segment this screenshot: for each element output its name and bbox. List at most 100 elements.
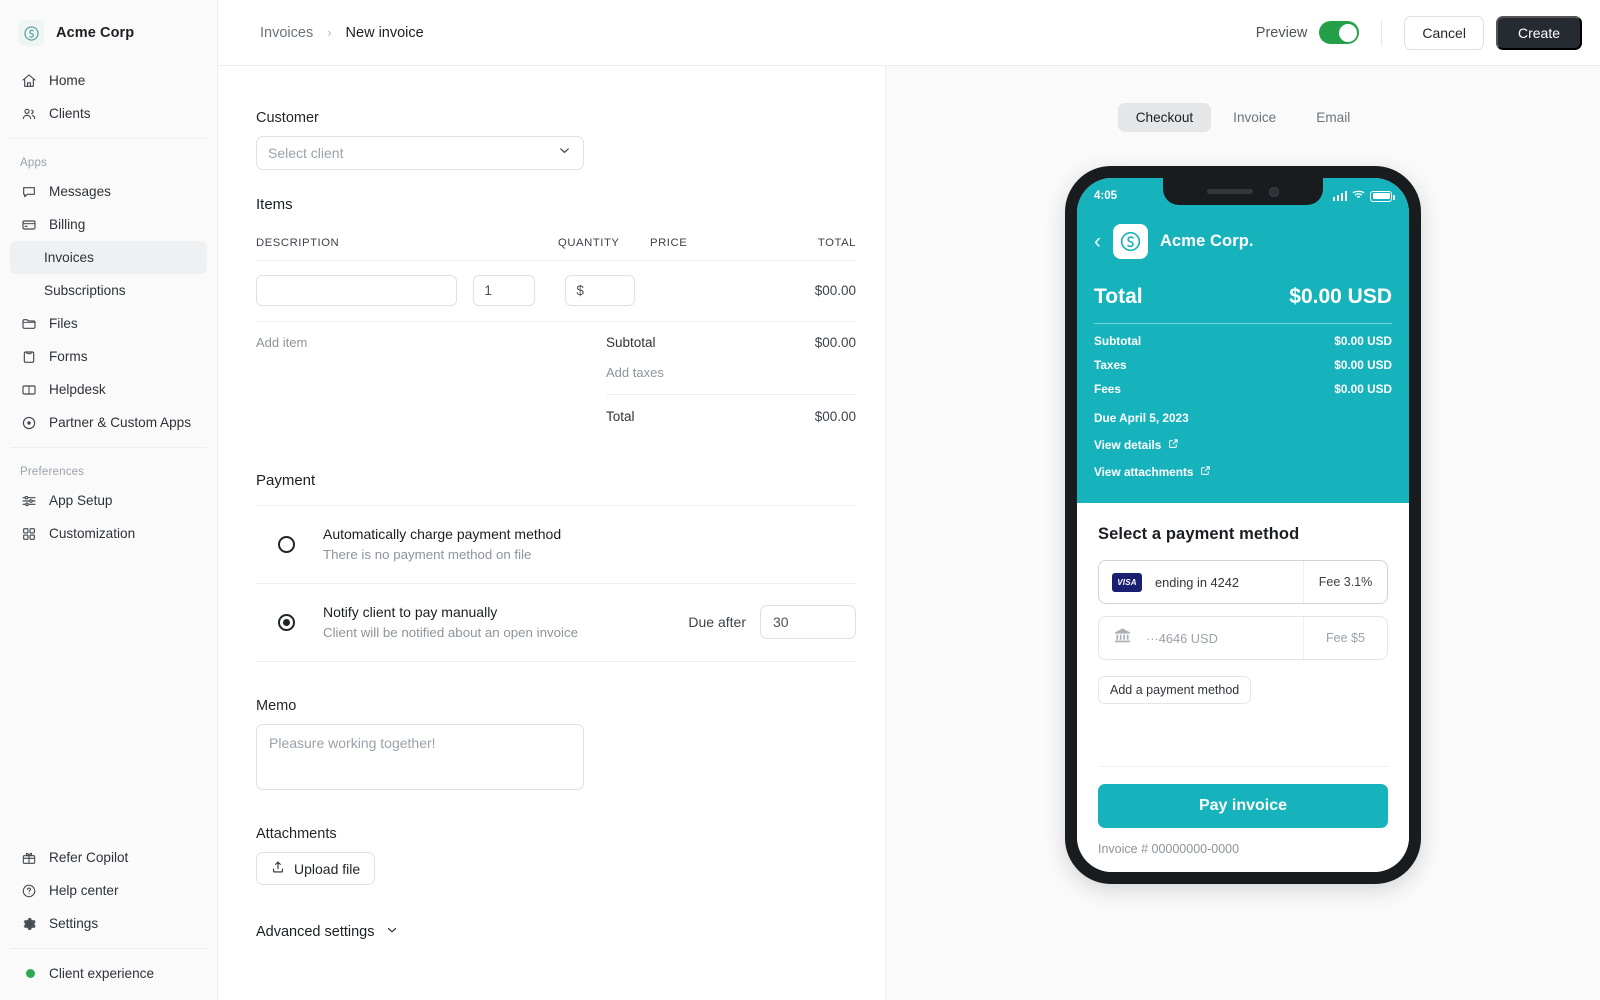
payment-method-visa[interactable]: VISA ending in 4242 Fee 3.1% xyxy=(1098,560,1388,604)
payment-title: Payment xyxy=(256,472,856,506)
sidebar-item-files[interactable]: Files xyxy=(10,307,207,340)
checkout-header: 4:05 ‹ Acme Corp. Total $0.00 USD Subtot… xyxy=(1077,178,1409,503)
nav-preferences: Preferences App Setup Customization xyxy=(0,456,217,550)
battery-icon xyxy=(1370,190,1395,202)
checkout-brand-name: Acme Corp. xyxy=(1160,232,1254,250)
divider xyxy=(1381,19,1383,46)
preview-panel: Checkout Invoice Email 4:05 ‹ Acme Corp.… xyxy=(886,66,1600,1000)
payment-method-visa-label: ending in 4242 xyxy=(1155,574,1239,590)
chevron-right-icon: › xyxy=(327,25,332,40)
invoice-form: Customer Select client Items DESCRIPTION… xyxy=(218,66,886,1000)
section-label-apps: Apps xyxy=(20,157,48,169)
add-item-button[interactable]: Add item xyxy=(256,335,606,426)
summary-value: $0.00 USD xyxy=(1334,358,1392,372)
advanced-settings-toggle[interactable]: Advanced settings xyxy=(256,923,399,941)
sidebar-footer: Refer Copilot Help center Settings Clien… xyxy=(0,841,217,1000)
sidebar-item-clients[interactable]: Clients xyxy=(10,97,207,130)
sidebar-item-settings[interactable]: Settings xyxy=(10,907,207,940)
status-dot-icon xyxy=(20,965,37,982)
payment-option-auto[interactable]: Automatically charge payment method Ther… xyxy=(256,506,856,584)
book-icon xyxy=(20,381,37,398)
item-quantity-input[interactable]: 1 xyxy=(473,275,536,306)
topbar-actions: Preview Cancel Create xyxy=(1255,15,1582,50)
sidebar-item-refer-copilot[interactable]: Refer Copilot xyxy=(10,841,207,874)
acme-swirl-logo xyxy=(18,20,44,46)
checkout-total-label: Total xyxy=(1094,285,1143,308)
column-header-quantity: QUANTITY xyxy=(558,237,620,249)
chevron-left-icon[interactable]: ‹ xyxy=(1094,231,1101,252)
advanced-settings-label: Advanced settings xyxy=(256,924,375,940)
tab-email[interactable]: Email xyxy=(1298,103,1368,132)
sidebar-item-invoices[interactable]: Invoices xyxy=(10,241,207,274)
sidebar: Acme Corp Home Clients Apps Messages Bil… xyxy=(0,0,218,1000)
add-taxes-button[interactable]: Add taxes xyxy=(606,352,856,395)
memo-input[interactable]: Pleasure working together! xyxy=(256,724,584,790)
payment-method-bank[interactable]: ···4646 USD Fee $5 xyxy=(1098,616,1388,660)
divider xyxy=(10,948,207,949)
view-details-link[interactable]: View details xyxy=(1094,425,1392,452)
tab-checkout[interactable]: Checkout xyxy=(1117,103,1212,132)
nav-apps: Apps Messages Billing Invoices Subscript… xyxy=(0,147,217,439)
sidebar-item-helpdesk[interactable]: Helpdesk xyxy=(10,373,207,406)
sidebar-item-customization[interactable]: Customization xyxy=(10,517,207,550)
subtotal-label: Subtotal xyxy=(606,335,656,350)
phone-notch xyxy=(1163,178,1323,205)
sidebar-item-help-center[interactable]: Help center xyxy=(10,874,207,907)
payment-method-bank-left: ···4646 USD xyxy=(1099,626,1303,650)
client-select[interactable]: Select client xyxy=(256,136,584,170)
payment-option-auto-subtitle: There is no payment method on file xyxy=(323,547,532,562)
home-icon xyxy=(20,72,37,89)
acme-swirl-logo xyxy=(1113,224,1148,259)
sidebar-item-app-setup[interactable]: App Setup xyxy=(10,484,207,517)
sidebar-item-label: Customization xyxy=(49,526,136,541)
gear-icon xyxy=(20,915,37,932)
preview-label: Preview xyxy=(1255,24,1308,41)
upload-icon xyxy=(271,860,285,877)
sidebar-item-label: Refer Copilot xyxy=(49,850,129,865)
add-payment-method-button[interactable]: Add a payment method xyxy=(1098,676,1252,704)
sidebar-item-billing[interactable]: Billing xyxy=(10,208,207,241)
breadcrumb: Invoices › New invoice xyxy=(260,25,424,41)
due-after-input[interactable]: 30 xyxy=(760,605,856,639)
summary-label: Fees xyxy=(1094,382,1121,396)
pay-invoice-button[interactable]: Pay invoice xyxy=(1098,784,1388,828)
nav-primary: Home Clients xyxy=(0,64,217,130)
sliders-icon xyxy=(20,492,37,509)
payment-section: Payment Automatically charge payment met… xyxy=(256,472,856,662)
sidebar-item-client-experience[interactable]: Client experience xyxy=(10,957,207,990)
sidebar-item-messages[interactable]: Messages xyxy=(10,175,207,208)
tab-invoice[interactable]: Invoice xyxy=(1215,103,1294,132)
question-circle-icon xyxy=(20,882,37,899)
wifi-icon xyxy=(1352,189,1365,203)
sidebar-item-label: Messages xyxy=(49,184,111,199)
sidebar-item-subscriptions[interactable]: Subscriptions xyxy=(10,274,207,307)
sidebar-item-home[interactable]: Home xyxy=(10,64,207,97)
breadcrumb-invoices[interactable]: Invoices xyxy=(260,25,313,41)
create-button[interactable]: Create xyxy=(1495,15,1582,50)
sidebar-item-partner-custom-apps[interactable]: Partner & Custom Apps xyxy=(10,406,207,439)
radio-notify-manual[interactable] xyxy=(278,613,295,631)
target-icon xyxy=(20,414,37,431)
status-icons xyxy=(1332,189,1395,203)
sidebar-item-forms[interactable]: Forms xyxy=(10,340,207,373)
summary-value: $0.00 USD xyxy=(1334,334,1392,348)
preview-toggle[interactable] xyxy=(1319,21,1360,44)
external-link-icon xyxy=(1200,465,1211,479)
pay-footer: Pay invoice Invoice # 00000000-0000 xyxy=(1098,766,1388,872)
upload-file-button[interactable]: Upload file xyxy=(256,852,376,885)
view-attachments-link[interactable]: View attachments xyxy=(1094,452,1392,479)
upload-file-label: Upload file xyxy=(294,860,361,877)
due-date-text: Due April 5, 2023 xyxy=(1094,411,1189,425)
main-area: Invoices › New invoice Preview Cancel Cr… xyxy=(218,0,1600,1000)
item-description-input[interactable] xyxy=(256,275,458,306)
memo-section: Memo Pleasure working together! xyxy=(256,698,885,790)
item-price-input[interactable]: $ xyxy=(565,275,636,306)
invoice-number: Invoice # 00000000-0000 xyxy=(1098,842,1240,856)
radio-auto-charge[interactable] xyxy=(278,535,295,553)
payment-option-manual[interactable]: Notify client to pay manually Client wil… xyxy=(256,584,856,662)
total-row: Total $00.00 xyxy=(606,395,856,426)
credit-card-icon xyxy=(20,216,37,233)
brand[interactable]: Acme Corp xyxy=(0,0,217,64)
cancel-button[interactable]: Cancel xyxy=(1404,15,1484,50)
payment-method-visa-fee: Fee 3.1% xyxy=(1303,561,1387,603)
